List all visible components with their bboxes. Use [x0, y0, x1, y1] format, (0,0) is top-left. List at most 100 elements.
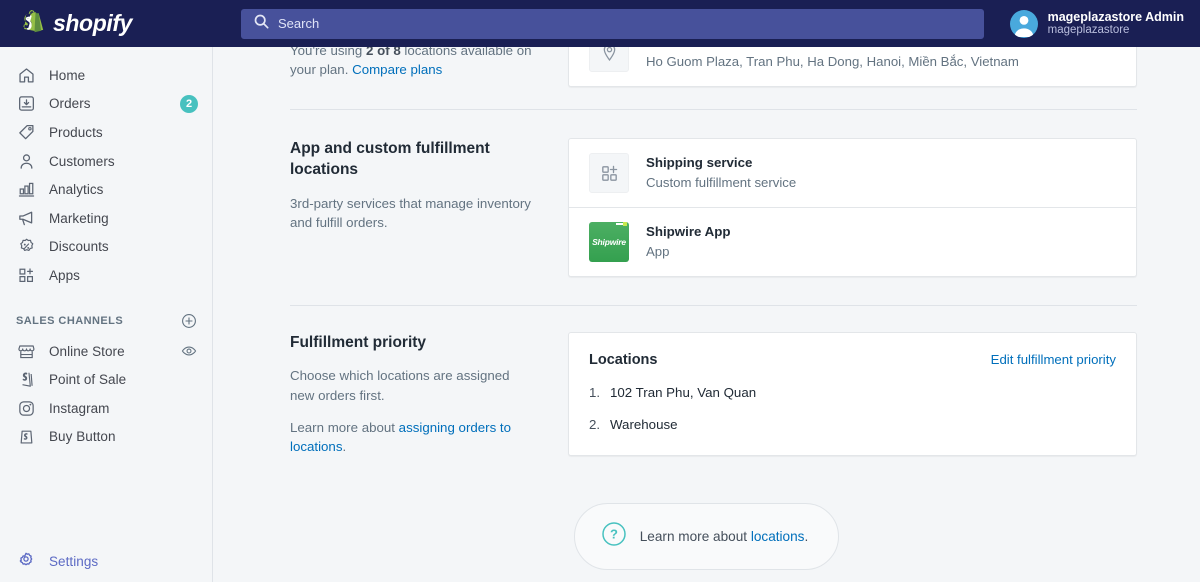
- sidebar-item-point-of-sale[interactable]: Point of Sale: [0, 365, 212, 394]
- sidebar-item-settings[interactable]: Settings: [0, 540, 212, 582]
- plan-usage-prefix: You're using: [290, 47, 366, 58]
- table-row[interactable]: Shipwire Shipwire App App: [569, 207, 1136, 276]
- brand-logo-area[interactable]: shopify: [0, 0, 213, 47]
- sidebar-item-label: Home: [49, 67, 86, 83]
- user-store-handle: mageplazastore: [1047, 24, 1130, 37]
- top-bar: shopify Search mageplazastore Admin mage…: [0, 0, 1200, 47]
- shipwire-logo-icon: Shipwire: [589, 222, 629, 262]
- orders-badge: 2: [180, 94, 198, 113]
- fulfillment-priority-section: Fulfillment priority Choose which locati…: [213, 306, 1200, 456]
- sidebar-item-label: Settings: [49, 553, 99, 569]
- search-area: Search: [213, 8, 1010, 39]
- sidebar: Home Orders 2 Products Customers Analyti…: [0, 47, 213, 582]
- service-name: Shipwire App: [646, 224, 731, 240]
- plus-circle-icon[interactable]: [180, 312, 198, 330]
- sidebar-item-products[interactable]: Products: [0, 118, 212, 147]
- main-inner: You're using 2 of 8 locations available …: [213, 47, 1200, 571]
- eye-icon[interactable]: [180, 342, 198, 360]
- buy-button-icon: [16, 427, 36, 447]
- locations-card: Warehouse Ho Guom Plaza, Tran Phu, Ha Do…: [568, 47, 1137, 87]
- sidebar-item-label: Discounts: [49, 239, 109, 255]
- sidebar-item-instagram[interactable]: Instagram: [0, 394, 212, 423]
- list-item-label: 102 Tran Phu, Van Quan: [610, 385, 757, 400]
- compare-plans-link[interactable]: Compare plans: [352, 62, 442, 77]
- app-fulfillment-left: App and custom fulfillment locations 3rd…: [290, 138, 568, 232]
- sidebar-item-analytics[interactable]: Analytics: [0, 175, 212, 204]
- table-row[interactable]: Warehouse Ho Guom Plaza, Tran Phu, Ha Do…: [569, 47, 1136, 86]
- brand-name: shopify: [53, 10, 132, 36]
- locations-help-link[interactable]: locations: [751, 529, 805, 544]
- gear-icon: [16, 551, 36, 571]
- shipwire-logo-accent: [616, 222, 627, 226]
- question-mark-circle-icon: ?: [601, 521, 627, 552]
- section-title: Fulfillment priority: [290, 334, 427, 351]
- shipping-service-grid-icon: [589, 153, 629, 193]
- list-item: 2. Warehouse: [589, 416, 1116, 434]
- edit-fulfillment-priority-link[interactable]: Edit fulfillment priority: [991, 352, 1116, 367]
- plan-section-left: You're using 2 of 8 locations available …: [290, 47, 568, 80]
- location-name: Warehouse: [646, 47, 1019, 51]
- help-pill[interactable]: ? Learn more about locations.: [573, 503, 840, 571]
- plan-usage-text: You're using 2 of 8 locations available …: [290, 47, 534, 80]
- sidebar-item-discounts[interactable]: Discounts: [0, 233, 212, 262]
- user-menu[interactable]: mageplazastore Admin mageplazastore: [1009, 0, 1200, 47]
- sidebar-item-marketing[interactable]: Marketing: [0, 204, 212, 233]
- plan-usage-count: 2 of 8: [365, 47, 401, 58]
- sidebar-item-label: Products: [49, 124, 103, 140]
- home-icon: [16, 65, 36, 85]
- body: Home Orders 2 Products Customers Analyti…: [0, 47, 1200, 582]
- sidebar-item-label: Online Store: [49, 343, 125, 359]
- row-texts: Shipping service Custom fulfillment serv…: [646, 154, 796, 192]
- sidebar-item-label: Customers: [49, 153, 115, 169]
- priority-card-header: Locations Edit fulfillment priority: [589, 352, 1116, 368]
- sidebar-item-label: Orders: [49, 96, 91, 112]
- learn-more-prefix: Learn more about: [290, 419, 399, 435]
- sidebar-item-label: Analytics: [49, 182, 104, 198]
- avatar: [1009, 9, 1038, 38]
- plan-section-right: Warehouse Ho Guom Plaza, Tran Phu, Ha Do…: [568, 47, 1137, 87]
- fulfillment-priority-left: Fulfillment priority Choose which locati…: [290, 332, 568, 456]
- sidebar-item-label: Point of Sale: [49, 372, 127, 388]
- service-type: App: [646, 244, 670, 260]
- section-description: Choose which locations are assigned new …: [290, 368, 510, 403]
- row-texts: Warehouse Ho Guom Plaza, Tran Phu, Ha Do…: [646, 47, 1019, 71]
- online-store-icon: [16, 341, 36, 361]
- list-item-number: 2.: [589, 416, 601, 432]
- sidebar-item-label: Marketing: [49, 210, 109, 226]
- sidebar-item-home[interactable]: Home: [0, 61, 212, 90]
- instagram-icon: [16, 398, 36, 418]
- map-pin-icon: [589, 47, 629, 72]
- point-of-sale-icon: [16, 370, 36, 390]
- service-type: Custom fulfillment service: [646, 175, 797, 191]
- product-tag-icon: [16, 122, 36, 142]
- learn-more-suffix: .: [342, 439, 347, 455]
- fulfillment-services-card: Shipping service Custom fulfillment serv…: [568, 138, 1137, 277]
- table-row[interactable]: Shipping service Custom fulfillment serv…: [569, 139, 1136, 207]
- app-fulfillment-right: Shipping service Custom fulfillment serv…: [568, 138, 1137, 277]
- sidebar-item-apps[interactable]: Apps: [0, 261, 212, 290]
- search-placeholder: Search: [278, 16, 320, 31]
- search-input[interactable]: Search: [241, 8, 984, 39]
- list-item-number: 1.: [589, 385, 601, 400]
- sidebar-item-label: Apps: [49, 267, 80, 283]
- sidebar-item-orders[interactable]: Orders 2: [0, 90, 212, 119]
- sidebar-item-label: Buy Button: [49, 429, 116, 445]
- shipwire-logo-text: Shipwire: [592, 237, 626, 247]
- user-display-name: mageplazastore Admin: [1047, 9, 1184, 24]
- section-description: 3rd-party services that manage inventory…: [290, 195, 531, 231]
- fulfillment-priority-right: Locations Edit fulfillment priority 1. 1…: [568, 332, 1137, 456]
- marketing-megaphone-icon: [16, 208, 36, 228]
- row-texts: Shipwire App App: [646, 223, 730, 261]
- help-suffix: .: [804, 529, 809, 545]
- search-icon: [254, 14, 269, 34]
- user-names: mageplazastore Admin mageplazastore: [1048, 10, 1184, 38]
- sidebar-item-buy-button[interactable]: Buy Button: [0, 423, 212, 452]
- shopify-admin-window: shopify Search mageplazastore Admin mage…: [0, 0, 1200, 582]
- help-prefix: Learn more about: [639, 529, 751, 545]
- sidebar-item-customers[interactable]: Customers: [0, 147, 212, 176]
- sidebar-item-online-store[interactable]: Online Store: [0, 337, 212, 366]
- app-fulfillment-section: App and custom fulfillment locations 3rd…: [213, 110, 1200, 277]
- section-title: App and custom fulfillment locations: [290, 140, 490, 179]
